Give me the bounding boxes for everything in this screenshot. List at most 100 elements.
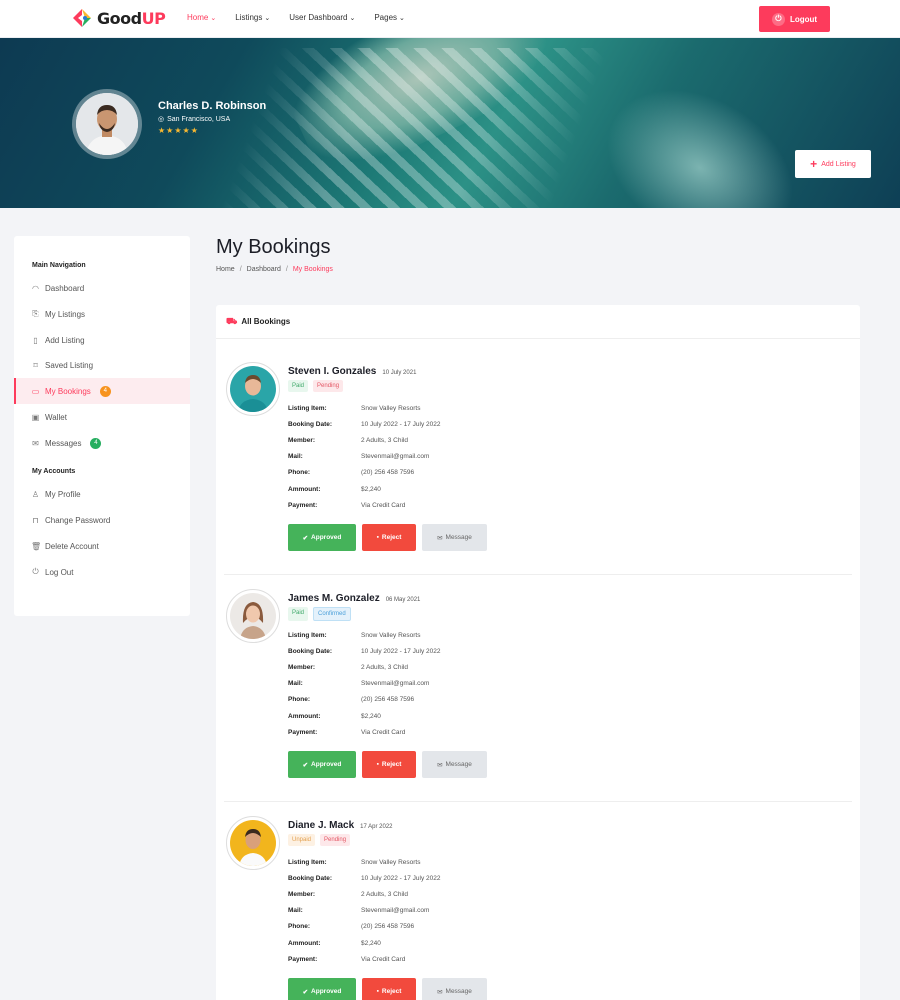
page-title: My Bookings (216, 236, 331, 258)
sidebar-item-delete-account[interactable]: 🗑 Delete Account (14, 533, 190, 559)
bookings-icon: ▭ (31, 386, 40, 396)
panel-header: ⛟ All Bookings (216, 305, 860, 339)
chevron-down-icon: ⌄ (399, 15, 405, 22)
booking-status-badge: Pending (313, 380, 344, 392)
booking-card: Steven I. Gonzales 10 July 2021 Paid Pend… (224, 362, 852, 575)
booking-card: Diane J. Mack 17 Apr 2022 Unpaid Pending … (224, 816, 852, 1000)
logo[interactable]: GoodUP (71, 8, 166, 28)
messages-icon: ✉ (32, 438, 39, 448)
envelope-icon: ✉ (437, 761, 443, 769)
plus-icon: + (810, 157, 818, 171)
sidebar-item-label: Wallet (45, 412, 67, 422)
top-navbar: GoodUP Home ⌄ Listings ⌄ User Dashboard ⌄ P… (0, 0, 900, 38)
trash-icon: ▪ (376, 534, 379, 541)
user-icon: ♙ (31, 489, 40, 499)
bookings-panel: ⛟ All Bookings Steven I. Gonzales 10 July… (216, 305, 860, 1000)
listings-icon: ⎘ (32, 309, 39, 318)
booking-status-badge: Pending (320, 834, 351, 846)
sidebar-item-label: Add Listing (45, 335, 85, 345)
message-button[interactable]: ✉ Message (422, 524, 487, 551)
payment-status-badge: Paid (288, 380, 309, 392)
messages-count-badge: 4 (90, 437, 102, 449)
dashboard-icon: ◠ (32, 283, 39, 293)
sidebar-item-dashboard[interactable]: ◠ Dashboard (14, 275, 190, 301)
menu-item-home[interactable]: Home ⌄ (187, 13, 216, 22)
guest-avatar (226, 589, 280, 643)
profile-location: ◎ San Francisco, USA (158, 115, 231, 124)
sidebar-item-label: My Listings (45, 309, 86, 319)
location-text: San Francisco, USA (167, 115, 231, 123)
add-listing-icon: ▯ (33, 335, 38, 345)
sidebar-item-saved-listing[interactable]: ⌑ Saved Listing (14, 352, 190, 378)
sidebar-item-label: Log Out (45, 567, 74, 577)
booking-created-date: 10 July 2021 (382, 370, 417, 376)
sidebar-item-label: Saved Listing (45, 360, 94, 370)
check-circle-icon: ✔ (302, 534, 309, 542)
guest-name: James M. Gonzalez 06 May 2021 (288, 593, 421, 604)
location-pin-icon: ◎ (158, 116, 165, 123)
sidebar-item-label: Delete Account (45, 541, 99, 551)
logout-label: Logout (789, 14, 818, 24)
avatar (76, 93, 138, 155)
trash-icon: 🗑 (31, 541, 42, 551)
approve-button[interactable]: ✔ Approved (288, 978, 356, 1000)
sidebar-heading-main: Main Navigation (32, 262, 86, 269)
trash-icon: ▪ (376, 761, 379, 768)
add-listing-label: Add Listing (821, 160, 856, 168)
sidebar-item-change-password[interactable]: ⊓ Change Password (14, 507, 190, 533)
reject-button[interactable]: ▪ Reject (362, 751, 416, 778)
sidebar-item-label: Dashboard (45, 283, 85, 293)
sidebar-item-label: Messages (45, 438, 82, 448)
chevron-down-icon: ⌄ (210, 15, 217, 22)
sidebar-item-my-bookings[interactable]: ▭ My Bookings 4 (14, 378, 190, 404)
booking-created-date: 17 Apr 2022 (360, 824, 393, 830)
main-menu: Home ⌄ Listings ⌄ User Dashboard ⌄ Pages ⌄ (187, 13, 424, 22)
profile-name: Charles D. Robinson (158, 100, 267, 112)
check-circle-icon: ✔ (302, 761, 309, 769)
sidebar-item-add-listing[interactable]: ▯ Add Listing (14, 327, 190, 353)
breadcrumb: Home / Dashboard / My Bookings (216, 266, 333, 273)
message-button[interactable]: ✉ Message (422, 978, 487, 1000)
bookings-count-badge: 4 (99, 385, 111, 397)
booking-card: James M. Gonzalez 06 May 2021 Paid Confir… (224, 589, 852, 802)
check-circle-icon: ✔ (302, 988, 309, 996)
lock-icon: ⊓ (32, 515, 39, 525)
add-listing-button[interactable]: + Add Listing (795, 150, 871, 178)
reject-button[interactable]: ▪ Reject (362, 524, 416, 551)
guest-name: Diane J. Mack 17 Apr 2022 (288, 820, 393, 831)
envelope-icon: ✉ (437, 988, 443, 996)
profile-avatar[interactable] (72, 89, 142, 159)
guest-avatar (226, 816, 280, 870)
sidebar-item-label: My Profile (45, 489, 81, 499)
booking-details: Listing Item: Snow Valley Resorts Booking… (288, 858, 441, 963)
sidebar-item-my-profile[interactable]: ♙ My Profile (14, 481, 190, 507)
power-icon: ⏻ (771, 12, 785, 26)
breadcrumb-dashboard[interactable]: Dashboard (247, 266, 281, 273)
sidebar-item-log-out[interactable]: ⏻ Log Out (14, 559, 190, 585)
chevron-down-icon: ⌄ (349, 15, 356, 22)
booking-created-date: 06 May 2021 (385, 597, 421, 603)
guest-avatar (226, 362, 280, 416)
approve-button[interactable]: ✔ Approved (288, 751, 356, 778)
payment-status-badge: Paid (288, 607, 309, 621)
banner-image-villas (220, 48, 610, 208)
logout-button[interactable]: ⏻ Logout (759, 6, 830, 32)
menu-item-pages[interactable]: Pages ⌄ (374, 13, 405, 22)
breadcrumb-home[interactable]: Home (216, 266, 235, 273)
sidebar-item-messages[interactable]: ✉ Messages 4 (14, 430, 190, 456)
sidebar-item-label: My Bookings (45, 386, 91, 396)
wallet-icon: ▣ (31, 412, 40, 422)
booking-details: Listing Item: Snow Valley Resorts Booking… (288, 631, 441, 736)
menu-item-listings[interactable]: Listings ⌄ (235, 13, 270, 22)
basket-icon: ⛟ (226, 315, 238, 326)
sidebar-heading-accounts: My Accounts (32, 468, 76, 475)
sidebar-item-my-listings[interactable]: ⎘ My Listings (14, 301, 190, 327)
sidebar-item-wallet[interactable]: ▣ Wallet (14, 404, 190, 430)
approve-button[interactable]: ✔ Approved (288, 524, 356, 551)
reject-button[interactable]: ▪ Reject (362, 978, 416, 1000)
trash-icon: ▪ (376, 988, 379, 995)
booking-status-badge: Confirmed (313, 607, 351, 621)
message-button[interactable]: ✉ Message (422, 751, 487, 778)
chevron-down-icon: ⌄ (264, 15, 271, 22)
menu-item-user-dashboard[interactable]: User Dashboard ⌄ (289, 13, 355, 22)
